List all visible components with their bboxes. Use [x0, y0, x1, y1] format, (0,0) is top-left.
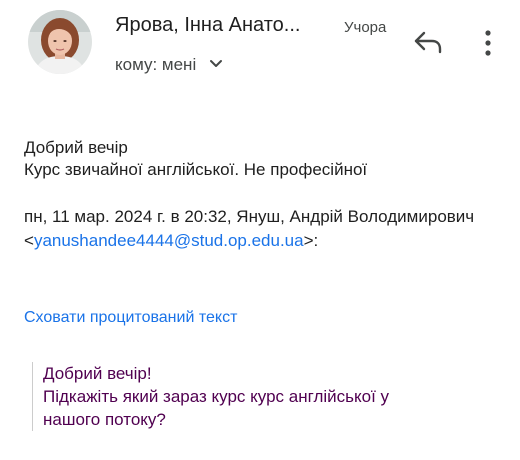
quoted-line: нашого потоку? [43, 410, 166, 429]
quote-attribution: пн, 11 мар. 2024 г. в 20:32, Януш, Андрі… [24, 205, 494, 253]
quoted-line: Добрий вечір! [43, 364, 152, 383]
sender-email-link[interactable]: yanushandee4444@stud.op.edu.ua [34, 231, 304, 250]
body-greeting: Добрий вечір [24, 138, 128, 157]
body-message: Курс звичайної англійської. Не професійн… [24, 160, 368, 179]
sender-name[interactable]: Ярова, Інна Анато... [115, 14, 300, 37]
message-date: Учора [344, 19, 387, 36]
more-options-button[interactable] [476, 26, 500, 60]
reply-button[interactable] [410, 28, 446, 58]
chevron-down-icon [209, 54, 223, 74]
more-vert-icon [485, 30, 491, 56]
quoted-line: Підкажіть який зараз курс курс англійськ… [43, 387, 390, 406]
reply-icon [414, 31, 442, 54]
quote-attribution-end: >: [303, 231, 319, 250]
avatar-photo [28, 10, 92, 74]
hide-quoted-text-link[interactable]: Сховати процитований текст [24, 309, 237, 327]
sender-avatar[interactable] [28, 10, 92, 74]
quoted-message: Добрий вечір! Підкажіть який зараз курс … [32, 362, 493, 431]
recipient-label: кому: мені [115, 55, 197, 74]
recipient-toggle[interactable]: кому: мені [115, 55, 223, 75]
message-header: Ярова, Інна Анато... Учора кому: мені [0, 0, 520, 100]
